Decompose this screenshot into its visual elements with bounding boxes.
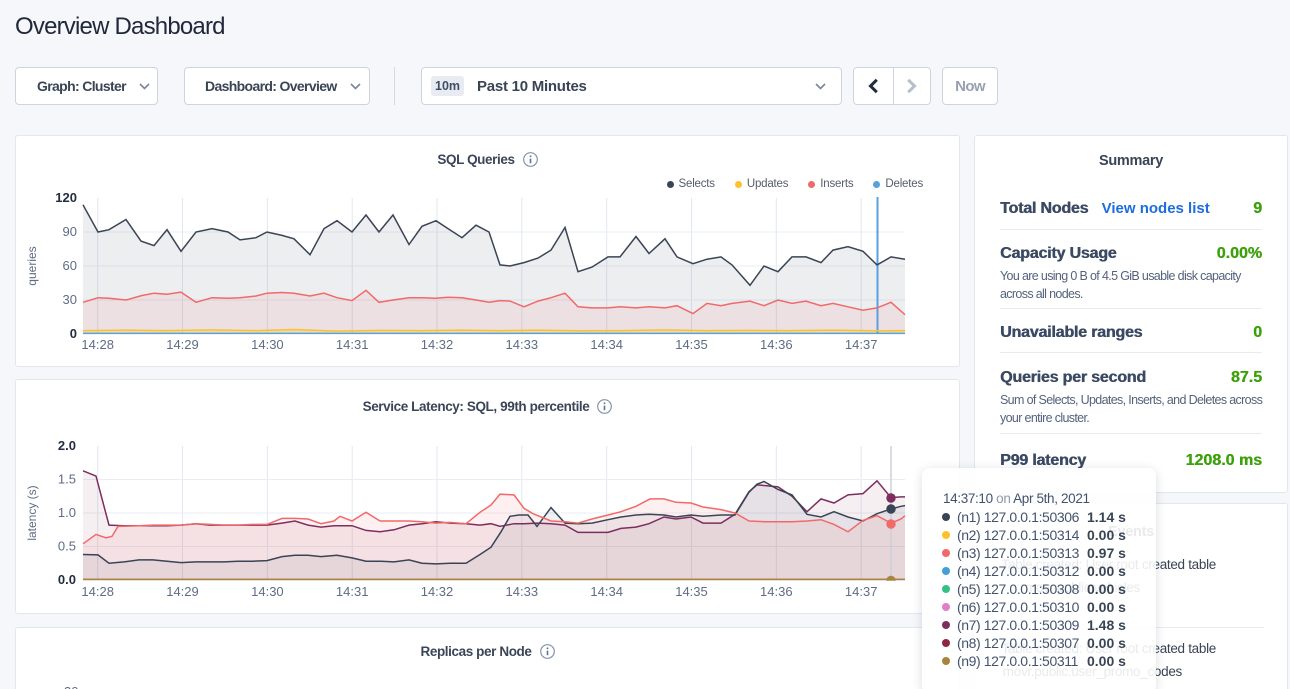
svg-text:0.0: 0.0 [58, 572, 76, 587]
svg-text:14:30: 14:30 [251, 337, 284, 352]
svg-text:14:34: 14:34 [590, 337, 623, 352]
svg-text:14:31: 14:31 [336, 584, 369, 599]
svg-text:latency (s): latency (s) [25, 485, 39, 540]
svg-text:14:37: 14:37 [845, 337, 878, 352]
svg-text:120: 120 [55, 190, 77, 205]
svg-text:1.0: 1.0 [58, 505, 76, 520]
svg-text:14:33: 14:33 [506, 337, 539, 352]
svg-text:60: 60 [63, 258, 77, 273]
svg-text:14:33: 14:33 [506, 584, 539, 599]
svg-text:90: 90 [63, 224, 77, 239]
svg-text:14:28: 14:28 [81, 337, 114, 352]
svg-text:14:30: 14:30 [251, 584, 284, 599]
svg-text:14:36: 14:36 [760, 584, 793, 599]
svg-text:14:34: 14:34 [590, 584, 623, 599]
svg-text:2.0: 2.0 [58, 438, 76, 453]
svg-text:14:35: 14:35 [675, 337, 708, 352]
svg-text:0: 0 [70, 326, 77, 341]
svg-text:14:32: 14:32 [421, 584, 454, 599]
svg-text:14:29: 14:29 [166, 584, 199, 599]
svg-text:1.5: 1.5 [58, 472, 76, 487]
svg-text:14:29: 14:29 [166, 337, 199, 352]
svg-text:14:36: 14:36 [760, 337, 793, 352]
svg-text:14:35: 14:35 [675, 584, 708, 599]
svg-text:14:37: 14:37 [845, 584, 878, 599]
svg-text:0.5: 0.5 [58, 539, 76, 554]
svg-text:14:31: 14:31 [336, 337, 369, 352]
svg-text:queries: queries [25, 246, 39, 285]
svg-text:14:32: 14:32 [421, 337, 454, 352]
svg-text:14:28: 14:28 [81, 584, 114, 599]
svg-text:30: 30 [63, 292, 77, 307]
